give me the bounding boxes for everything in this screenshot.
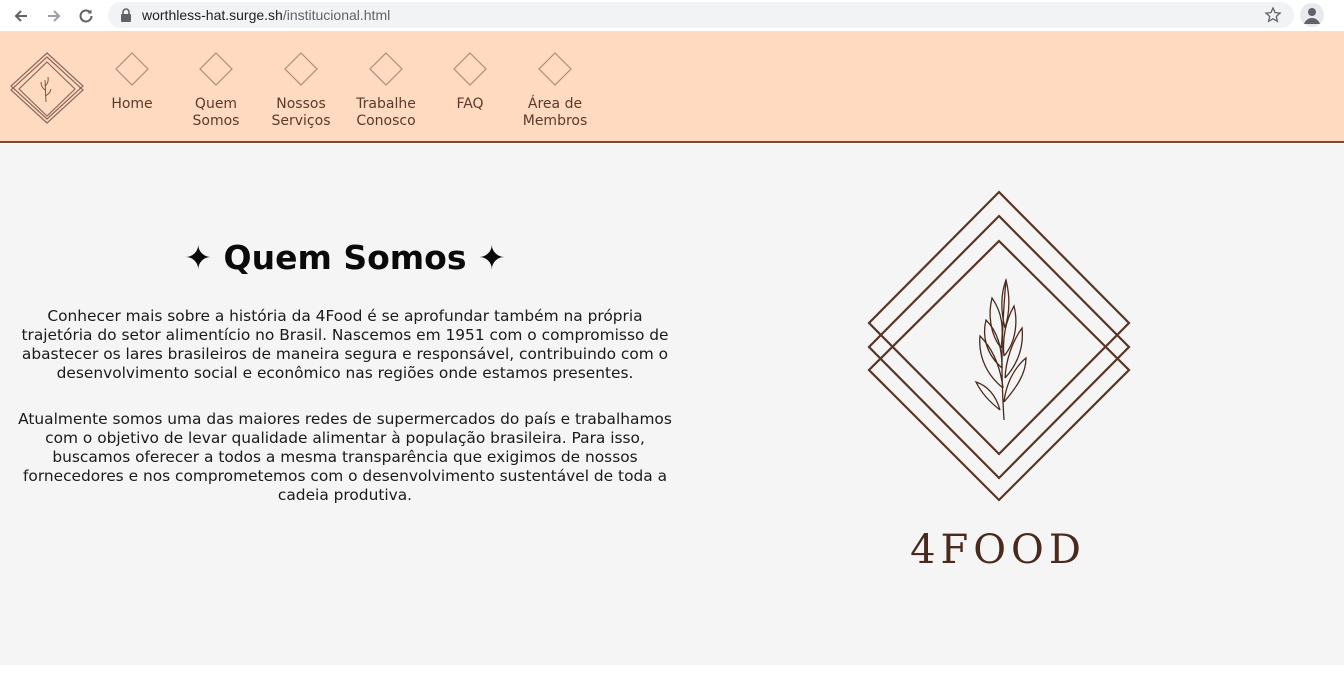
- logo-icon[interactable]: [8, 50, 86, 128]
- diamond-icon: [369, 52, 403, 86]
- back-arrow-icon[interactable]: [9, 4, 33, 28]
- page-bottom: [0, 665, 1344, 688]
- main-content: ✦ Quem Somos ✦ Conhecer mais sobre a his…: [0, 144, 1344, 665]
- nav-label-quem-somos: Quem Somos: [192, 96, 240, 129]
- nav-item-quem-somos[interactable]: Quem Somos: [174, 52, 258, 130]
- forward-arrow-icon[interactable]: [42, 4, 66, 28]
- profile-icon[interactable]: [1300, 3, 1324, 27]
- diamond-icon: [199, 52, 233, 86]
- nav-label-home: Home: [111, 96, 153, 112]
- brand-name: 4FOOD: [910, 527, 1086, 573]
- browser-toolbar: worthless-hat.surge.sh/institucional.htm…: [0, 0, 1344, 32]
- nav-item-nossos-servicos[interactable]: Nossos Serviços: [259, 52, 343, 130]
- intro-paragraph: Conhecer mais sobre a história da 4Food …: [21, 307, 669, 382]
- leaf-icon: [974, 277, 1027, 421]
- nav-item-home[interactable]: Home: [90, 52, 174, 113]
- url-host: worthless-hat.surge.sh: [142, 7, 283, 23]
- nav-label-trabalhe-conosco: Trabalhe Conosco: [356, 96, 416, 129]
- diamond-icon: [453, 52, 487, 86]
- url-path: /institucional.html: [282, 7, 391, 23]
- nav-item-faq[interactable]: FAQ: [428, 52, 512, 113]
- nav-label-nossos-servicos: Nossos Serviços: [271, 96, 331, 129]
- nav-item-trabalhe-conosco[interactable]: Trabalhe Conosco: [344, 52, 428, 130]
- address-bar[interactable]: worthless-hat.surge.sh/institucional.htm…: [108, 2, 1294, 28]
- lock-icon: [121, 8, 131, 22]
- brand-logo-emblem: [867, 190, 1131, 502]
- page-title: ✦ Quem Somos ✦: [184, 238, 506, 277]
- diamond-icon: [284, 52, 318, 86]
- nav-label-area-de-membros: Área de Membros: [522, 96, 588, 129]
- diamond-icon: [538, 52, 572, 86]
- mission-paragraph: Atualmente somos uma das maiores redes d…: [18, 410, 672, 504]
- nav-item-area-de-membros[interactable]: Área de Membros: [513, 52, 597, 130]
- nav-label-faq: FAQ: [456, 96, 484, 112]
- reload-icon[interactable]: [74, 4, 98, 28]
- diamond-icon: [115, 52, 149, 86]
- site-header: Home Quem Somos Nossos Serviços Trabalhe…: [0, 32, 1344, 143]
- url-text: worthless-hat.surge.sh/institucional.htm…: [142, 7, 390, 23]
- star-icon[interactable]: [1264, 6, 1282, 24]
